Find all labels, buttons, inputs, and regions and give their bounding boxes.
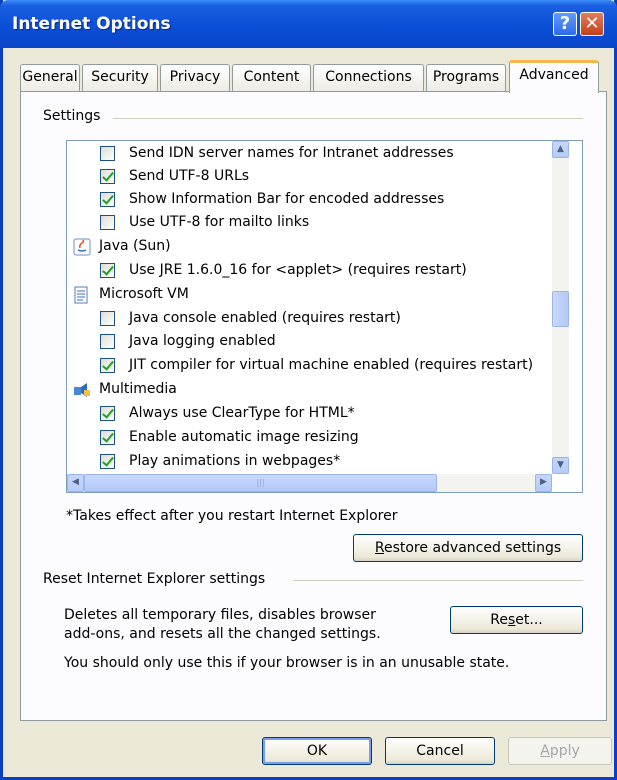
tab-programs[interactable]: Programs (426, 64, 506, 91)
checkbox-checked[interactable] (100, 263, 115, 278)
list-item[interactable]: Show Information Bar for encoded address… (67, 189, 547, 212)
scroll-up-icon[interactable]: ▲ (552, 141, 569, 158)
title-bar[interactable]: Internet Options ? ✕ (0, 0, 617, 48)
category-label: Microsoft VM (99, 286, 189, 302)
horizontal-scroll-thumb[interactable]: ||| (84, 474, 437, 492)
scroll-down-icon[interactable]: ▼ (552, 457, 569, 474)
java-icon (73, 238, 91, 256)
list-item[interactable]: Use UTF-8 for mailto links (67, 212, 547, 235)
scroll-left-icon[interactable]: ◀ (67, 474, 84, 492)
reset-description-line1: Deletes all temporary files, disables br… (64, 607, 376, 623)
close-button[interactable]: ✕ (580, 12, 604, 36)
accelerator-key: A (540, 743, 550, 759)
restart-footnote: *Takes effect after you restart Internet… (66, 508, 398, 524)
reset-group-label: Reset Internet Explorer settings (43, 571, 272, 587)
reset-button[interactable]: Reset... (450, 606, 583, 634)
list-item-label: Send UTF-8 URLs (129, 168, 250, 184)
list-item-label: Java console enabled (requires restart) (129, 310, 401, 326)
checkbox-checked[interactable] (100, 430, 115, 445)
vertical-scrollbar[interactable]: ▲ ▼ (552, 141, 569, 474)
list-item-label: Always use ClearType for HTML* (129, 405, 355, 421)
checkbox-checked[interactable] (100, 169, 115, 184)
list-item-label: Show Information Bar for encoded address… (129, 191, 445, 207)
apply-button[interactable]: Apply (508, 737, 612, 765)
button-label: pply (549, 743, 580, 759)
reset-warning: You should only use this if your browser… (64, 655, 510, 671)
horizontal-scrollbar[interactable]: ◀ ||| ▶ (67, 474, 552, 492)
window-title: Internet Options (12, 14, 171, 34)
button-label: Re (490, 612, 508, 628)
ok-button[interactable]: OK (262, 737, 372, 765)
checkbox-checked[interactable] (100, 192, 115, 207)
settings-group-divider (113, 118, 583, 119)
accelerator-key: R (374, 540, 384, 556)
list-item[interactable]: Use JRE 1.6.0_16 for <applet> (requires … (67, 260, 547, 283)
button-label: et... (515, 612, 543, 628)
help-button[interactable]: ? (553, 12, 577, 36)
reset-group-divider (293, 580, 583, 581)
list-item[interactable]: Send IDN server names for Intranet addre… (67, 143, 547, 166)
settings-list[interactable]: Send IDN server names for Intranet addre… (66, 140, 583, 493)
checkbox[interactable] (100, 146, 115, 161)
list-item-label: Enable automatic image resizing (129, 429, 359, 445)
restore-advanced-settings-button[interactable]: Restore advanced settings (353, 534, 583, 562)
checkbox-checked[interactable] (100, 406, 115, 421)
document-icon (74, 286, 88, 304)
tab-privacy[interactable]: Privacy (160, 64, 230, 91)
list-item-label: Java logging enabled (129, 333, 276, 349)
list-item[interactable]: Java logging enabled (67, 331, 547, 354)
checkbox[interactable] (100, 334, 115, 349)
checkbox-checked[interactable] (100, 358, 115, 373)
list-item[interactable]: Always use ClearType for HTML* (67, 403, 547, 426)
settings-group-label: Settings (43, 108, 107, 124)
list-item-label: Play animations in webpages* (129, 453, 341, 469)
checkbox[interactable] (100, 311, 115, 326)
list-category: Java (Sun) (67, 236, 547, 259)
category-label: Multimedia (99, 381, 177, 397)
internet-options-dialog: Internet Options ? ✕ General Security Pr… (0, 0, 617, 780)
list-item[interactable]: Play animations in webpages* (67, 451, 547, 474)
list-item[interactable]: Enable automatic image resizing (67, 427, 547, 450)
tab-security[interactable]: Security (82, 64, 158, 91)
tab-general[interactable]: General (20, 64, 80, 91)
list-item[interactable]: Java console enabled (requires restart) (67, 308, 547, 331)
cancel-button[interactable]: Cancel (385, 737, 495, 765)
list-item-label: Use UTF-8 for mailto links (129, 214, 310, 230)
scroll-right-icon[interactable]: ▶ (535, 474, 552, 492)
list-item-label: Send IDN server names for Intranet addre… (129, 145, 454, 161)
reset-description-line2: add-ons, and resets all the changed sett… (64, 626, 381, 642)
list-category: Microsoft VM (67, 284, 547, 307)
list-category: Multimedia (67, 379, 547, 402)
list-item[interactable]: Send UTF-8 URLs (67, 166, 547, 189)
tab-content[interactable]: Content (232, 64, 311, 91)
list-item-label: JIT compiler for virtual machine enabled… (129, 357, 534, 373)
vertical-scroll-thumb[interactable] (552, 291, 569, 327)
tab-connections[interactable]: Connections (313, 64, 424, 91)
button-label: estore advanced settings (383, 540, 562, 556)
list-item[interactable]: JIT compiler for virtual machine enabled… (67, 355, 547, 378)
tab-advanced[interactable]: Advanced (509, 60, 599, 93)
list-item-label: Use JRE 1.6.0_16 for <applet> (requires … (129, 262, 467, 278)
checkbox[interactable] (100, 215, 115, 230)
checkbox-checked[interactable] (100, 454, 115, 469)
multimedia-icon (74, 383, 90, 397)
category-label: Java (Sun) (99, 238, 171, 254)
